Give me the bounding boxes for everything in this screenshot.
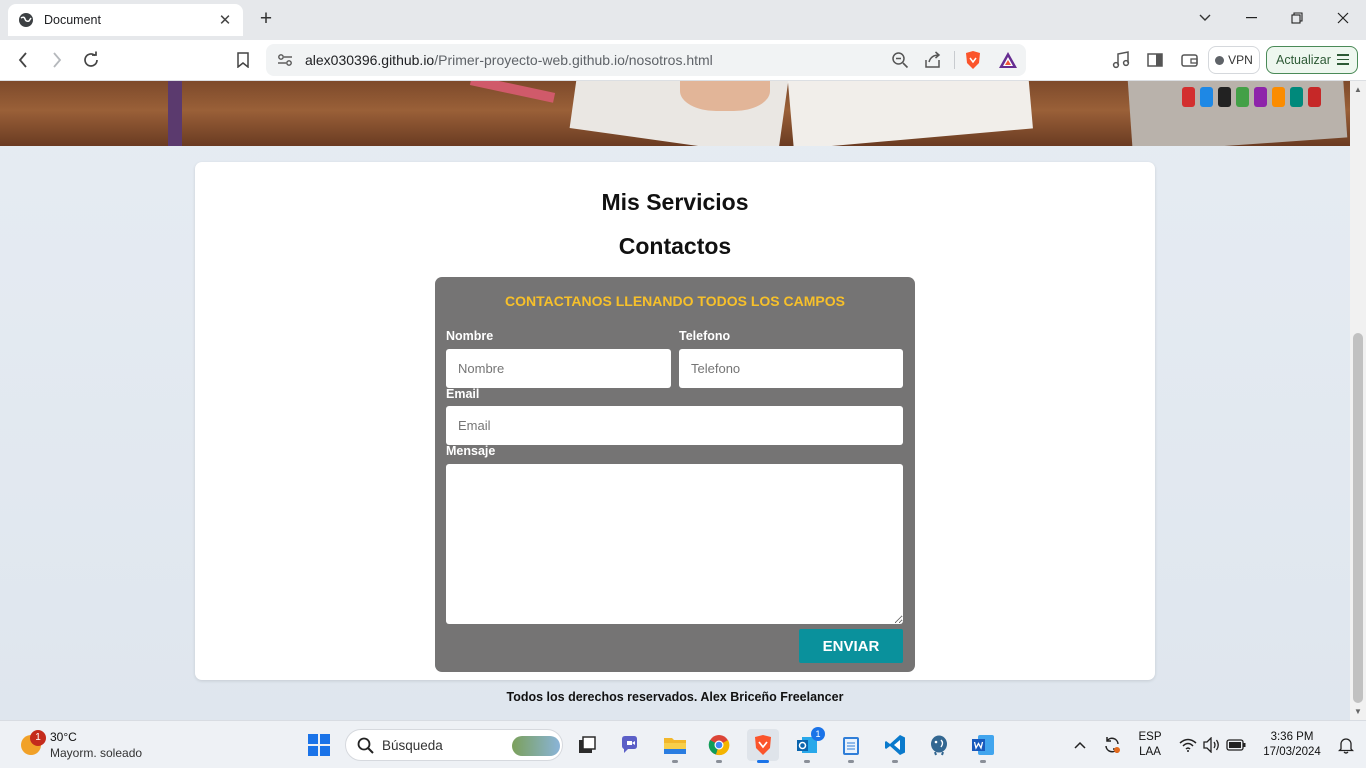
word-icon[interactable] — [967, 729, 999, 761]
tab-search-chevron-icon[interactable] — [1182, 4, 1228, 32]
vscode-icon[interactable] — [879, 729, 911, 761]
mensaje-label: Mensaje — [446, 444, 496, 458]
contacts-heading: Contactos — [618, 233, 732, 259]
address-bar[interactable]: alex030396.github.io/Primer-proyecto-web… — [266, 44, 1026, 76]
brave-shields-icon[interactable] — [964, 50, 982, 75]
restore-button[interactable] — [1274, 4, 1320, 32]
media-music-icon[interactable] — [1109, 48, 1133, 72]
browser-toolbar: alex030396.github.io/Primer-proyecto-web… — [0, 40, 1366, 81]
contact-form: CONTACTANOS LLENANDO TODOS LOS CAMPOS No… — [435, 277, 915, 672]
site-settings-icon[interactable] — [277, 52, 293, 73]
share-icon[interactable] — [924, 51, 942, 74]
tab-document[interactable]: Document ✕ — [8, 4, 243, 36]
battery-icon[interactable] — [1220, 729, 1252, 761]
brave-browser-icon[interactable] — [747, 729, 779, 761]
vpn-button[interactable]: VPN — [1208, 46, 1260, 74]
bookmark-icon[interactable] — [231, 48, 255, 72]
vpn-status-icon — [1215, 55, 1225, 65]
clock[interactable]: 3:36 PM 17/03/2024 — [1254, 730, 1330, 760]
mensaje-textarea[interactable] — [446, 464, 903, 624]
form-title: CONTACTANOS LLENANDO TODOS LOS CAMPOS — [505, 293, 845, 309]
outlook-icon[interactable]: 1 — [791, 727, 825, 761]
notifications-bell-icon[interactable] — [1334, 729, 1358, 761]
page-scrollbar[interactable]: ▲ ▼ — [1350, 81, 1366, 720]
close-tab-icon[interactable]: ✕ — [217, 11, 233, 29]
scroll-down-arrow-icon[interactable]: ▼ — [1354, 707, 1362, 716]
input-language[interactable]: ESP LAA — [1132, 730, 1168, 760]
search-icon — [357, 737, 374, 759]
chrome-icon[interactable] — [703, 729, 735, 761]
services-heading: Mis Servicios — [601, 189, 749, 215]
taskbar-search[interactable]: Búsqueda — [345, 729, 563, 761]
brave-rewards-icon[interactable] — [998, 51, 1018, 74]
file-explorer-icon[interactable] — [659, 729, 691, 761]
update-button[interactable]: Actualizar — [1266, 46, 1358, 74]
minimize-button[interactable] — [1228, 4, 1274, 32]
divider — [954, 51, 955, 69]
scrollbar-thumb[interactable] — [1353, 333, 1363, 703]
tab-strip: Document ✕ + — [0, 0, 1366, 40]
show-hidden-icons-chevron-icon[interactable] — [1064, 729, 1096, 761]
postgresql-icon[interactable] — [923, 729, 955, 761]
outlook-badge: 1 — [811, 727, 825, 741]
email-label: Email — [446, 387, 480, 401]
zoom-icon[interactable] — [891, 51, 909, 74]
notepad-icon[interactable] — [835, 729, 867, 761]
globe-icon — [18, 12, 34, 28]
wallet-icon[interactable] — [1177, 48, 1201, 72]
nombre-field[interactable] — [446, 349, 671, 388]
content-card: Mis Servicios Contactos CONTACTANOS LLEN… — [195, 162, 1155, 680]
nombre-label: Nombre — [446, 329, 494, 343]
meet-video-icon[interactable] — [615, 729, 647, 761]
weather-temp: 30°C — [50, 730, 77, 744]
forward-arrow-icon[interactable] — [45, 48, 69, 72]
sidebar-icon[interactable] — [1143, 48, 1167, 72]
close-window-button[interactable] — [1320, 4, 1366, 32]
weather-widget[interactable]: 1 30°C Mayorm. soleado — [18, 727, 158, 763]
page-viewport: Mis Servicios Contactos CONTACTANOS LLEN… — [0, 81, 1350, 720]
weather-desc: Mayorm. soleado — [50, 746, 143, 760]
email-field[interactable] — [446, 406, 903, 445]
hero-image — [0, 81, 1350, 146]
enviar-button[interactable]: ENVIAR — [799, 629, 903, 663]
footer-text: Todos los derechos reservados. Alex Bric… — [506, 690, 844, 704]
new-tab-button[interactable]: + — [256, 8, 276, 32]
search-highlight-image — [512, 736, 560, 756]
clock-date: 17/03/2024 — [1263, 746, 1321, 758]
task-view-icon[interactable] — [571, 729, 603, 761]
telefono-label: Telefono — [679, 329, 731, 343]
telefono-field[interactable] — [679, 349, 903, 388]
taskbar: 1 30°C Mayorm. soleado Búsqueda 1 ESP LA… — [0, 720, 1366, 768]
clock-time: 3:36 PM — [1270, 731, 1314, 743]
reload-icon[interactable] — [79, 48, 103, 72]
sync-icon[interactable] — [1096, 729, 1128, 761]
back-arrow-icon[interactable] — [11, 48, 35, 72]
weather-badge: 1 — [30, 730, 46, 746]
scroll-up-arrow-icon[interactable]: ▲ — [1354, 85, 1362, 94]
url-text: alex030396.github.io/Primer-proyecto-web… — [305, 52, 713, 68]
menu-icon — [1337, 54, 1349, 68]
tab-title: Document — [44, 13, 101, 27]
start-windows-icon[interactable] — [303, 729, 335, 761]
